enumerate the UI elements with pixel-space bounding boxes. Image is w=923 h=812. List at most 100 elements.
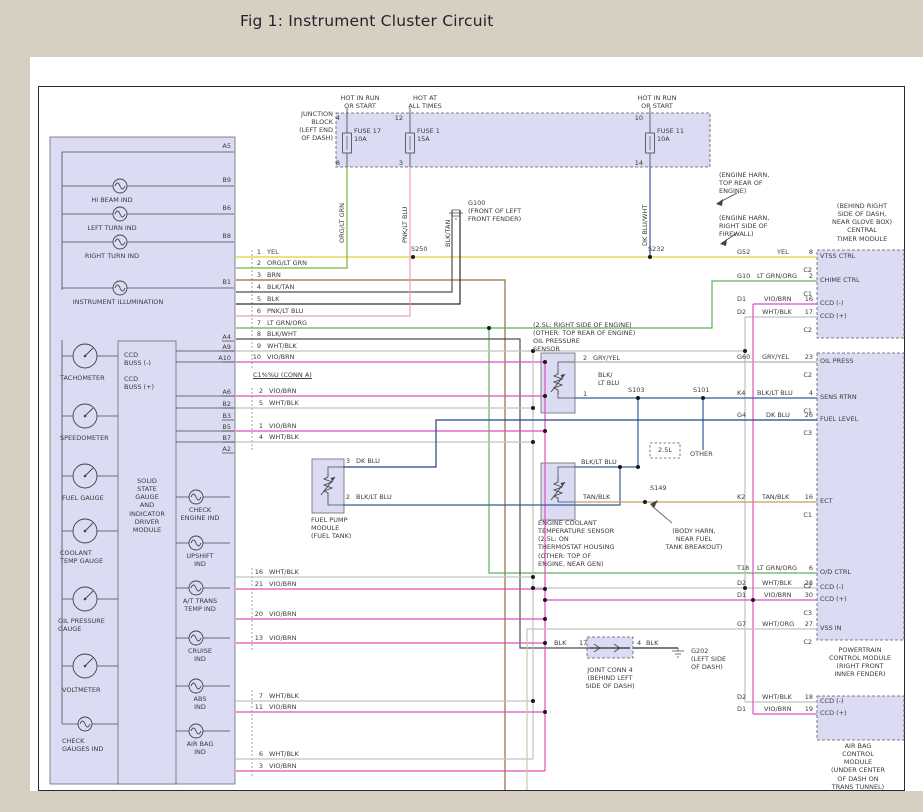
- ctm-row3-pin: 16: [805, 295, 813, 303]
- row2-pin: 2: [257, 259, 261, 267]
- abcm-row2-label: CCD (+): [820, 709, 847, 717]
- abcm-row2-color: VIO/BRN: [764, 705, 792, 713]
- engine-harn-top-label: (ENGINE HARN, TOP REAR OF ENGINE): [719, 171, 769, 195]
- abcm-row1-color: WHT/BLK: [762, 693, 792, 701]
- low-row5-color: WHT/BLK: [269, 692, 299, 700]
- conn-a-label: C1%%U (CONN A): [253, 371, 312, 379]
- sensor-leads: [328, 362, 575, 505]
- row2-color: ORG/LT GRN: [267, 259, 307, 267]
- pcm-row8-pin: 27: [805, 620, 813, 628]
- pcm-row1-label: OIL PRESS: [820, 357, 854, 365]
- pcm-row2-color: BLK/LT BLU: [757, 389, 793, 397]
- low-row4-color: VIO/BRN: [269, 634, 297, 642]
- ctm-row2-code: G10: [737, 272, 750, 280]
- grp2-row1-color: VIO/BRN: [269, 387, 297, 395]
- row8-color: BLK/WHT: [267, 330, 297, 338]
- low-row1-color: WHT/BLK: [269, 568, 299, 576]
- body-harn-label: (BODY HARN, NEAR FUEL TANK BREAKOUT): [666, 527, 723, 551]
- driver-module-label: SOLID STATE GAUGE AND INDICATOR DRIVER M…: [129, 477, 165, 534]
- fp-pin3-color: DK BLU: [356, 457, 380, 465]
- low-row6-pin: 11: [255, 703, 263, 711]
- ccd-buss-minus-label: CCD BUSS (-): [124, 351, 151, 367]
- oil-pin1: 1: [583, 390, 587, 398]
- ctm-location-label: (BEHIND RIGHT SIDE OF DASH, NEAR GLOVE B…: [832, 202, 892, 243]
- row8-pin: 8: [257, 330, 261, 338]
- pcm-row8-color: WHT/ORG: [762, 620, 794, 628]
- pcm-row6-label: CCD (-): [820, 583, 844, 591]
- right-turn-ind-label: RIGHT TURN IND: [85, 252, 139, 260]
- pcm-row2-code: K4: [737, 389, 745, 397]
- fuse1-label: FUSE 1 15A: [417, 127, 440, 143]
- voltmeter-label: VOLTMETER: [62, 686, 100, 694]
- fuse1-pin-top: 12: [395, 114, 403, 122]
- low-row4-pin: 13: [255, 634, 263, 642]
- pcm-row2-label: SENS RTRN: [820, 393, 857, 401]
- s101-label: S101: [693, 386, 710, 394]
- row9-color: WHT/BLK: [267, 342, 297, 350]
- abs-ind-label: ABS IND: [194, 695, 207, 711]
- abcm-row1-label: CCD (-): [820, 697, 844, 705]
- pcm-row5-color: LT GRN/ORG: [757, 564, 797, 572]
- fuse11-pin-bottom: 14: [635, 159, 643, 167]
- pcm-row4-color: TAN/BLK: [762, 493, 789, 501]
- s149-label: S149: [650, 484, 667, 492]
- pcm-title: POWERTRAIN CONTROL MODULE (RIGHT FRONT I…: [829, 646, 891, 679]
- fuse11-pin-top: 10: [635, 114, 643, 122]
- fuel-gauge-label: FUEL GAUGE: [62, 494, 104, 502]
- wire-pnk-lt-blu: [236, 167, 410, 316]
- pin-b7: B7: [222, 434, 231, 442]
- grp2-row3-color: VIO/BRN: [269, 422, 297, 430]
- wire-org-lt-grn: [236, 167, 347, 268]
- pcm-row4-conn: C1: [803, 511, 812, 519]
- pcm-row3-color: DK BLU: [766, 411, 790, 419]
- pcm-row6-pin: 28: [805, 579, 813, 587]
- pcm-row3-conn: C3: [803, 429, 812, 437]
- low-row2-pin: 21: [255, 580, 263, 588]
- s250-label: S250: [411, 245, 428, 253]
- low-row3-color: VIO/BRN: [269, 610, 297, 618]
- pcm-row1-conn: C2: [803, 371, 812, 379]
- air-bag-ind-label: AIR BAG IND: [187, 740, 214, 756]
- pcm-row2-pin: 4: [809, 389, 813, 397]
- fuse17-label: FUSE 17 10A: [354, 127, 381, 143]
- pcm-row7-pin: 30: [805, 591, 813, 599]
- ctm-row1-code: G52: [737, 248, 750, 256]
- hot-label-2: HOT AT ALL TIMES: [408, 94, 441, 110]
- pin-a6: A6: [222, 388, 231, 396]
- ctm-row4-code: D2: [737, 308, 746, 316]
- wiring-diagram-page: Fig 1: Instrument Cluster Circuit: [0, 0, 923, 812]
- abcm-title: AIR BAG CONTROL MODULE (UNDER CENTER OF …: [831, 742, 885, 791]
- fp-pin3: 3: [346, 457, 350, 465]
- pcm-row3-label: FUEL LEVEL: [820, 415, 858, 423]
- oil-pin1-color: BLK/ LT BLU: [598, 371, 619, 387]
- low-row7-color: WHT/BLK: [269, 750, 299, 758]
- pcm-row3-pin: 26: [805, 411, 813, 419]
- grp2-row2-pin: 5: [259, 399, 263, 407]
- wire-label-dk-blu-wht-vert: DK BLU/WHT: [641, 205, 649, 246]
- oil-pressure-gauge-label: OIL PRESSURE GAUGE: [58, 617, 105, 633]
- pcm-row8-conn: C2: [803, 638, 812, 646]
- ctm-row4-color: WHT/BLK: [762, 308, 792, 316]
- jc-left-pin: 17: [579, 639, 587, 647]
- pin-a2: A2: [222, 445, 231, 453]
- jc-right-pin: 4: [637, 639, 641, 647]
- cruise-ind-label: CRUISE IND: [188, 647, 212, 663]
- row1-color: YEL: [267, 248, 279, 256]
- pcm-row7-label: CCD (+): [820, 595, 847, 603]
- pcm-row5-pin: 6: [809, 564, 813, 572]
- ctm-row3-label: CCD (-): [820, 299, 844, 307]
- central-timer-module-box: [817, 250, 904, 338]
- row7-color: LT GRN/ORG: [267, 319, 307, 327]
- ctm-row1-color: YEL: [777, 248, 789, 256]
- row10-pin: 10: [253, 353, 261, 361]
- ctm-row4-label: CCD (+): [820, 312, 847, 320]
- ctm-row4-conn: C2: [803, 326, 812, 334]
- wire-dk-blu: [343, 420, 817, 467]
- hi-beam-ind-label: HI BEAM IND: [91, 196, 132, 204]
- pin-b9: B9: [222, 176, 231, 184]
- pcm-row4-label: ECT: [820, 497, 833, 505]
- pin-b3: B3: [222, 412, 231, 420]
- upshift-ind-label: UPSHIFT IND: [186, 552, 213, 568]
- ctm-row2-pin: 2: [809, 272, 813, 280]
- instrument-illumination-label: INSTRUMENT ILLUMINATION: [73, 298, 164, 306]
